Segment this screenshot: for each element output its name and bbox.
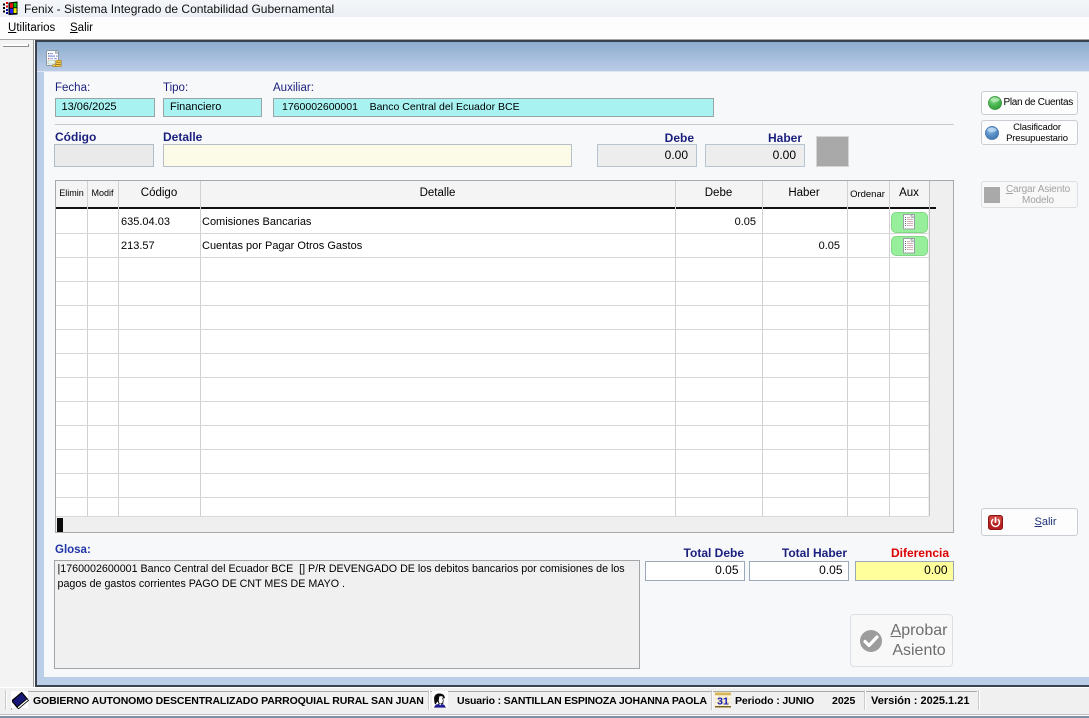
svg-text:31: 31	[717, 696, 729, 708]
